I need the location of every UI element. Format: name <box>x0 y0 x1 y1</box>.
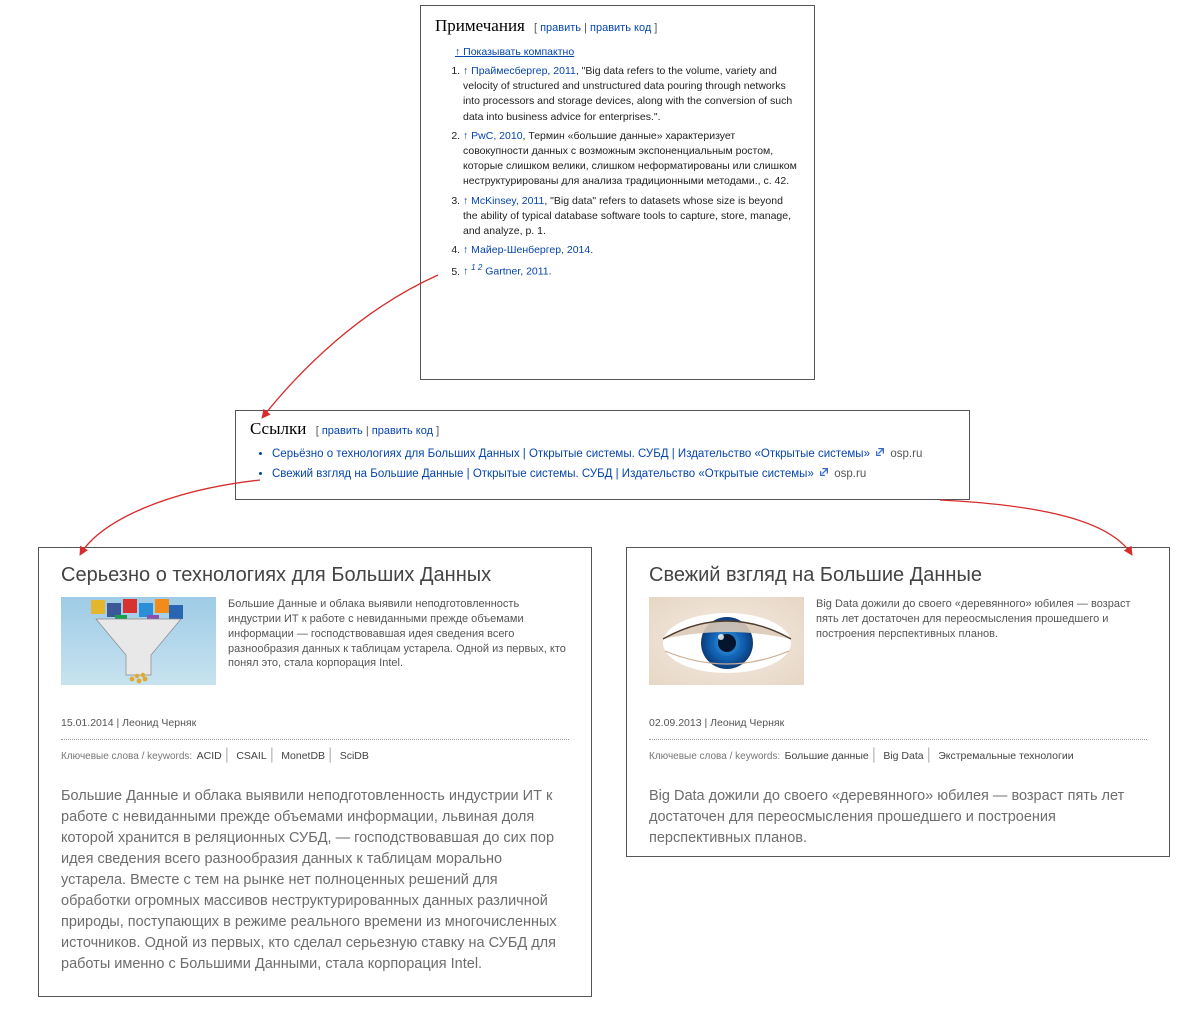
divider <box>649 739 1147 740</box>
external-link[interactable]: Серьёзно о технологиях для Больших Данны… <box>272 448 870 460</box>
backref-icon[interactable]: ↑ <box>463 65 468 77</box>
references-heading: Примечания <box>435 16 525 35</box>
keywords-label: Ключевые слова / keywords: <box>61 751 192 762</box>
reference-item: ↑ McKinsey, 2011, "Big data" refers to d… <box>463 194 800 240</box>
reference-source-link[interactable]: Майер-Шенбергер, 2014 <box>471 244 590 256</box>
reference-text: . <box>590 244 593 256</box>
backref-superscript[interactable]: 1 2 <box>471 263 482 272</box>
article-lead-text: Big Data дожили до своего «деревянного» … <box>816 598 1131 640</box>
edit-link[interactable]: править <box>322 425 363 437</box>
keywords-label: Ключевые слова / keywords: <box>649 751 780 762</box>
backref-icon[interactable]: ↑ <box>463 266 468 278</box>
keyword[interactable]: Big Data <box>883 750 923 762</box>
article-title[interactable]: Серьезно о технологиях для Больших Данны… <box>61 564 569 587</box>
external-links-list: Серьёзно о технологиях для Больших Данны… <box>272 445 955 484</box>
references-list: ↑ Праймесбергер, 2011, "Big data refers … <box>463 64 800 280</box>
article-lead-block: Big Data дожили до своего «деревянного» … <box>649 597 1147 685</box>
edit-links-wrapper: [ править | править код ] <box>534 22 657 34</box>
reference-source-link[interactable]: Gartner, 2011 <box>485 266 548 278</box>
reference-item: ↑ Майер-Шенбергер, 2014. <box>463 243 800 258</box>
keywords-row: Ключевые слова / keywords: ACID| CSAIL| … <box>61 746 569 764</box>
toggle-compact-link[interactable]: Показывать компактно <box>455 45 800 60</box>
article-thumbnail[interactable] <box>649 597 804 685</box>
edit-link[interactable]: править <box>540 22 581 34</box>
edit-code-link[interactable]: править код <box>590 22 651 34</box>
edit-code-link[interactable]: править код <box>372 425 433 437</box>
reference-item: ↑ Праймесбергер, 2011, "Big data refers … <box>463 64 800 125</box>
backref-icon[interactable]: ↑ <box>463 195 468 207</box>
keyword[interactable]: Экстремальные технологии <box>938 750 1073 762</box>
article-card: Свежий взгляд на Большие Данные <box>626 547 1170 857</box>
article-body: Большие Данные и облака выявили неподгот… <box>61 786 569 975</box>
divider <box>61 739 569 740</box>
reference-source-link[interactable]: PwC, 2010 <box>471 130 522 142</box>
article-title[interactable]: Свежий взгляд на Большие Данные <box>649 564 1147 587</box>
reference-source-link[interactable]: McKinsey, 2011 <box>471 195 544 207</box>
article-thumbnail[interactable] <box>61 597 216 685</box>
article-meta: 02.09.2013 | Леонид Черняк <box>649 717 1147 729</box>
edit-links-wrapper: [ править | править код ] <box>316 425 439 437</box>
reference-text: . <box>549 266 552 278</box>
keyword[interactable]: ACID <box>197 750 222 762</box>
article-date: 15.01.2014 <box>61 717 114 729</box>
reference-item: ↑ 1 2 Gartner, 2011. <box>463 262 800 280</box>
backref-icon[interactable]: ↑ <box>463 244 468 256</box>
article-author[interactable]: Леонид Черняк <box>122 717 196 729</box>
keywords-row: Ключевые слова / keywords: Большие данны… <box>649 746 1147 764</box>
keyword[interactable]: MonetDB <box>281 750 325 762</box>
reference-item: ↑ PwC, 2010, Термин «большие данные» хар… <box>463 129 800 190</box>
keyword[interactable]: Большие данные <box>785 750 869 762</box>
article-author[interactable]: Леонид Черняк <box>710 717 784 729</box>
external-link[interactable]: Свежий взгляд на Большие Данные | Открыт… <box>272 468 814 480</box>
external-icon <box>819 467 829 477</box>
backref-icon[interactable]: ↑ <box>463 130 468 142</box>
references-panel: Примечания [ править | править код ] Пок… <box>420 5 815 380</box>
article-body: Big Data дожили до своего «деревянного» … <box>649 786 1147 849</box>
reference-source-link[interactable]: Праймесбергер, 2011 <box>471 65 576 77</box>
keyword[interactable]: SciDB <box>340 750 369 762</box>
external-link-domain: osp.ru <box>890 448 922 460</box>
links-heading: Ссылки <box>250 419 306 438</box>
external-link-item: Свежий взгляд на Большие Данные | Открыт… <box>272 465 955 485</box>
article-date: 02.09.2013 <box>649 717 702 729</box>
links-panel: Ссылки [ править | править код ] Серьёзн… <box>235 410 970 500</box>
article-card: Серьезно о технологиях для Больших Данны… <box>38 547 592 997</box>
external-link-item: Серьёзно о технологиях для Больших Данны… <box>272 445 955 465</box>
external-link-domain: osp.ru <box>834 468 866 480</box>
external-icon <box>875 447 885 457</box>
keyword[interactable]: CSAIL <box>236 750 266 762</box>
article-lead-block: Большие Данные и облака выявили неподгот… <box>61 597 569 685</box>
article-meta: 15.01.2014 | Леонид Черняк <box>61 717 569 729</box>
article-lead-text: Большие Данные и облака выявили неподгот… <box>228 598 566 669</box>
